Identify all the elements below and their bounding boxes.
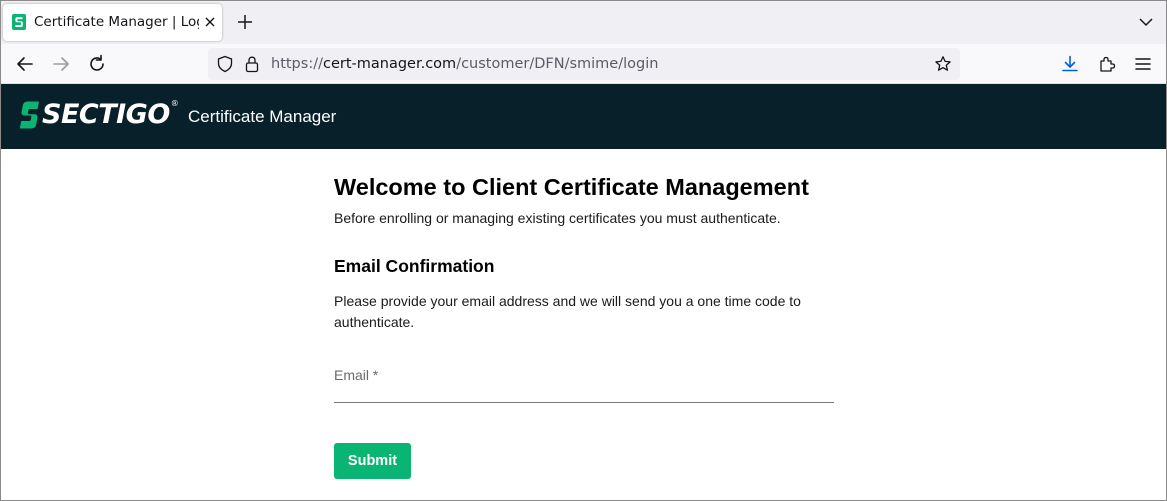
- email-input[interactable]: [334, 362, 834, 402]
- intro-text: Before enrolling or managing existing ce…: [334, 210, 781, 226]
- chevron-down-icon[interactable]: [1137, 13, 1155, 31]
- url-scheme: https://: [271, 56, 323, 72]
- sectigo-logo[interactable]: SECTIGO ®: [19, 97, 179, 133]
- reload-icon[interactable]: [86, 53, 108, 75]
- url-path: /customer/DFN/smime/login: [456, 56, 659, 72]
- email-field[interactable]: Email *: [334, 362, 834, 403]
- app-title: Certificate Manager: [188, 107, 337, 126]
- section-title: Email Confirmation: [334, 256, 495, 276]
- plus-icon[interactable]: [235, 12, 255, 32]
- arrow-right-icon[interactable]: [50, 53, 72, 75]
- brand-name: SECTIGO: [42, 99, 170, 130]
- puzzle-icon[interactable]: [1097, 54, 1117, 74]
- sectigo-s-icon: [12, 14, 26, 30]
- tab-title: Certificate Manager | Login: [34, 14, 199, 30]
- star-icon[interactable]: [934, 55, 952, 73]
- lock-icon[interactable]: [244, 55, 260, 73]
- arrow-left-icon[interactable]: [14, 53, 36, 75]
- page-title: Welcome to Client Certificate Management: [334, 174, 809, 200]
- shield-icon[interactable]: [216, 55, 234, 73]
- close-icon[interactable]: [201, 13, 219, 31]
- registered-mark: ®: [170, 99, 179, 108]
- url-host: cert-manager.com: [322, 56, 457, 72]
- hamburger-icon[interactable]: [1133, 54, 1153, 74]
- section-description: Please provide your email address and we…: [334, 293, 801, 330]
- browser-tab[interactable]: Certificate Manager | Login: [3, 4, 222, 41]
- download-icon[interactable]: [1060, 54, 1080, 74]
- address-bar[interactable]: https://cert-manager.com/customer/DFN/sm…: [208, 48, 960, 80]
- sectigo-s-icon: [19, 101, 39, 129]
- submit-button[interactable]: Submit: [334, 443, 411, 479]
- tab-strip: Certificate Manager | Login: [1, 1, 1166, 44]
- navigation-toolbar: https://cert-manager.com/customer/DFN/sm…: [1, 44, 1166, 84]
- url-text[interactable]: https://cert-manager.com/customer/DFN/sm…: [271, 55, 658, 73]
- app-header: SECTIGO ® Certificate Manager: [1, 84, 1166, 149]
